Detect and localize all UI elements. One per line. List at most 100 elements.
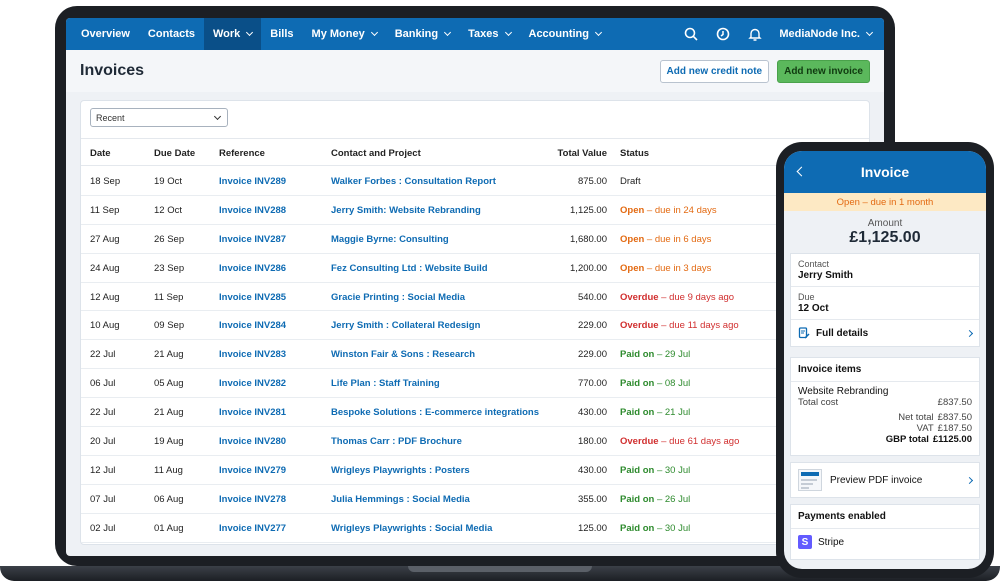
timer-icon[interactable] <box>715 26 731 42</box>
contact-project-link[interactable]: Life Plan : Staff Training <box>331 378 440 389</box>
table-row[interactable]: 07 Jul 06 Aug Invoice INV278 Julia Hemmings… <box>81 485 869 514</box>
invoice-reference-link[interactable]: Invoice INV278 <box>219 494 286 505</box>
nav-item-label: Contacts <box>147 28 195 40</box>
contact-project-link[interactable]: Maggie Byrne: Consulting <box>331 234 449 245</box>
invoice-reference-link[interactable]: Invoice INV280 <box>219 436 286 447</box>
invoice-reference-link[interactable]: Invoice INV279 <box>219 465 286 476</box>
invoice-reference-link[interactable]: Invoice INV281 <box>219 407 286 418</box>
nav-item-banking[interactable]: Banking <box>386 18 459 50</box>
search-icon[interactable] <box>683 26 699 42</box>
top-nav: Overview Contacts Work Bills My Money Banking… <box>66 18 884 50</box>
table-row[interactable]: 12 Jul 11 Aug Invoice INV279 Wrigleys Playw… <box>81 456 869 485</box>
org-switcher[interactable]: MediaNode Inc. <box>779 28 874 40</box>
header-status[interactable]: Status <box>620 148 649 159</box>
status-detail: – 30 Jul <box>654 522 691 534</box>
table-row[interactable]: 20 Jul 19 Aug Invoice INV280 Thomas Carr : … <box>81 427 869 456</box>
cell-due-date: 21 Aug <box>154 349 184 361</box>
contact-project-link[interactable]: Thomas Carr : PDF Brochure <box>331 436 462 447</box>
table-row[interactable]: 12 Aug 11 Sep Invoice INV285 Gracie Printin… <box>81 283 869 312</box>
table-row[interactable]: 18 Sep 19 Oct Invoice INV289 Walker Forbes … <box>81 167 869 196</box>
contact-project-link[interactable]: Walker Forbes : Consultation Report <box>331 176 496 187</box>
invoice-reference-link[interactable]: Invoice INV283 <box>219 349 286 360</box>
preview-pdf-link[interactable]: Preview PDF invoice <box>790 462 980 498</box>
contact-project-link[interactable]: Jerry Smith : Collateral Redesign <box>331 320 480 331</box>
invoice-reference-link[interactable]: Invoice INV289 <box>219 176 286 187</box>
preview-pdf-label: Preview PDF invoice <box>830 474 923 486</box>
status-cell: Open – due in 3 days <box>620 263 711 274</box>
nav-item-bills[interactable]: Bills <box>261 18 302 50</box>
contact-project-link[interactable]: Jerry Smith: Website Rebranding <box>331 205 481 216</box>
invoice-reference-link[interactable]: Invoice INV285 <box>219 292 286 303</box>
chevron-down-icon <box>594 28 603 37</box>
stripe-label: Stripe <box>818 536 845 548</box>
contact-project-link[interactable]: Gracie Printing : Social Media <box>331 292 465 303</box>
table-header: Date Due Date Reference Contact and Proj… <box>81 138 869 166</box>
nav-item-my-money[interactable]: My Money <box>303 18 386 50</box>
cell-date: 12 Jul <box>90 464 116 476</box>
due-field: Due 12 Oct <box>791 287 979 320</box>
status-badge: Paid on <box>620 522 655 534</box>
contact-project-link[interactable]: Wrigleys Playwrights : Posters <box>331 465 470 476</box>
cell-total: 180.00 <box>577 436 607 448</box>
table-row[interactable]: 02 Jul 01 Aug Invoice INV277 Wrigleys Playw… <box>81 514 869 543</box>
invoice-reference-link[interactable]: Invoice INV282 <box>219 378 286 389</box>
filter-select[interactable]: Recent <box>90 108 228 127</box>
nav-items: Overview Contacts Work Bills My Money Banking… <box>72 18 610 50</box>
invoice-reference-link[interactable]: Invoice INV288 <box>219 205 286 216</box>
cell-due-date: 19 Oct <box>154 176 182 187</box>
cell-due-date: 23 Sep <box>154 262 185 274</box>
bell-icon[interactable] <box>747 26 763 42</box>
table-row[interactable]: 22 Jul 21 Aug Invoice INV281 Bespoke Soluti… <box>81 398 869 428</box>
header-reference[interactable]: Reference <box>219 148 265 159</box>
contact-project-link[interactable]: Winston Fair & Sons : Research <box>331 349 475 360</box>
back-arrow-icon[interactable] <box>796 166 807 177</box>
nav-item-accounting[interactable]: Accounting <box>520 18 611 50</box>
nav-item-contacts[interactable]: Contacts <box>139 18 204 50</box>
status-badge: Paid on <box>620 349 655 361</box>
add-credit-note-button[interactable]: Add new credit note <box>659 59 770 83</box>
table-row[interactable]: 10 Aug 09 Sep Invoice INV284 Jerry Smith : … <box>81 311 869 341</box>
add-invoice-button[interactable]: Add new invoice <box>777 59 870 83</box>
status-detail: – due in 6 days <box>644 233 712 245</box>
cell-date: 07 Jul <box>90 493 116 505</box>
status-detail: – 08 Jul <box>654 378 691 390</box>
status-detail: – due in 3 days <box>644 262 712 274</box>
contact-project-link[interactable]: Bespoke Solutions : E-commerce integrati… <box>331 407 539 418</box>
pdf-thumbnail-icon <box>798 469 822 491</box>
table-row[interactable]: 06 Jul 05 Aug Invoice INV282 Life Plan : St… <box>81 369 869 399</box>
stripe-row[interactable]: S Stripe <box>791 529 979 555</box>
header-date[interactable]: Date <box>90 148 111 159</box>
vat-label: VAT <box>916 423 934 434</box>
invoice-reference-link[interactable]: Invoice INV277 <box>219 523 286 534</box>
net-total-label: Net total <box>898 412 934 423</box>
chevron-down-icon <box>370 28 378 37</box>
status-cell: Overdue – due 11 days ago <box>620 320 739 331</box>
invoice-reference-link[interactable]: Invoice INV286 <box>219 263 286 274</box>
status-badge: Open <box>620 262 645 274</box>
cell-date: 10 Aug <box>90 320 120 332</box>
contact-project-link[interactable]: Wrigleys Playwrights : Social Media <box>331 523 492 534</box>
nav-item-overview[interactable]: Overview <box>72 18 139 50</box>
invoice-reference-link[interactable]: Invoice INV287 <box>219 234 286 245</box>
header-total[interactable]: Total Value <box>558 148 607 159</box>
table-row[interactable]: 11 Sep 12 Oct Invoice INV288 Jerry Smith: W… <box>81 196 869 225</box>
document-edit-icon <box>798 327 810 339</box>
table-row[interactable]: 22 Jul 21 Aug Invoice INV283 Winston Fair &… <box>81 340 869 370</box>
table-row[interactable]: 24 Aug 23 Sep Invoice INV286 Fez Consulting… <box>81 254 869 283</box>
nav-item-taxes[interactable]: Taxes <box>459 18 519 50</box>
table-row[interactable]: 27 Aug 26 Sep Invoice INV287 Maggie Byrne: … <box>81 225 869 254</box>
cell-due-date: 11 Aug <box>154 464 183 476</box>
header-contact[interactable]: Contact and Project <box>331 148 421 159</box>
status-banner: Open – due in 1 month <box>784 193 986 211</box>
nav-item-work[interactable]: Work <box>203 18 262 50</box>
contact-project-link[interactable]: Julia Hemmings : Social Media <box>331 494 470 505</box>
invoice-reference-link[interactable]: Invoice INV284 <box>219 320 286 331</box>
contact-project-link[interactable]: Fez Consulting Ltd : Website Build <box>331 263 488 274</box>
contact-field: Contact Jerry Smith <box>791 254 979 287</box>
total-cost-value: £837.50 <box>937 397 972 408</box>
chevron-down-icon <box>504 28 512 37</box>
cell-total: 430.00 <box>577 464 607 476</box>
full-details-link[interactable]: Full details <box>791 320 979 346</box>
chevron-down-icon <box>444 28 452 37</box>
header-due-date[interactable]: Due Date <box>154 148 195 159</box>
